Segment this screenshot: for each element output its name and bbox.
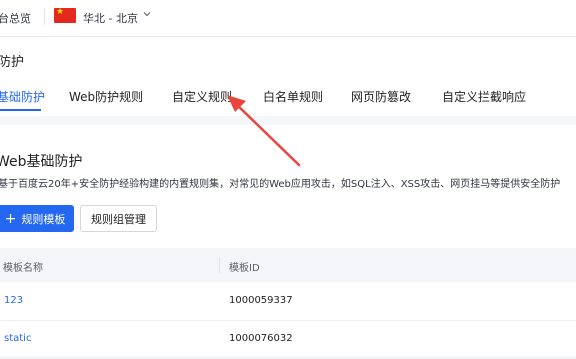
column-header-template-name: 模板名称 [3, 263, 43, 274]
tab-web-tamper-protection[interactable]: 网页防篡改 [351, 88, 411, 105]
page-title: 防护 [0, 55, 25, 70]
table-header: 模板名称 模板ID [0, 248, 576, 282]
template-id: 1000076032 [229, 333, 293, 344]
add-rule-template-button[interactable]: + 规则模板 [0, 205, 74, 232]
page-header: 防护 基础防护 Web防护规则 自定义规则 白名单规则 网页防篡改 自定义拦截响… [0, 37, 576, 116]
template-name-link[interactable]: 123 [4, 295, 23, 306]
tab-basic-protection[interactable]: 基础防护 [0, 88, 45, 105]
plus-icon: + [4, 210, 17, 227]
top-bar: 台总览 ★ 华北 - 北京 [0, 0, 576, 37]
column-divider [219, 257, 220, 273]
region-selector[interactable]: 华北 - 北京 [83, 10, 138, 26]
table-row: static 1000076032 [0, 321, 576, 359]
china-flag-icon: ★ [54, 8, 76, 23]
table-row: 123 1000059337 [0, 283, 576, 321]
rule-group-manage-button[interactable]: 规则组管理 [80, 205, 157, 232]
tab-whitelist-rules[interactable]: 白名单规则 [263, 88, 323, 105]
console-overview-link[interactable]: 台总览 [0, 10, 31, 26]
topbar-divider [44, 9, 45, 25]
template-name-link[interactable]: static [4, 333, 31, 344]
tab-custom-rules[interactable]: 自定义规则 [172, 88, 232, 105]
tab-web-protection-rules[interactable]: Web防护规则 [69, 88, 143, 105]
section-title: Web基础防护 [0, 154, 83, 170]
column-header-template-id: 模板ID [229, 263, 260, 274]
active-tab-indicator [0, 109, 41, 111]
section-description: 基于百度云20年+安全防护经验构建的内置规则集，对常见的Web应用攻击，如SQL… [0, 179, 561, 190]
tab-custom-block-response[interactable]: 自定义拦截响应 [442, 88, 526, 105]
add-rule-template-label: 规则模板 [21, 212, 66, 226]
chevron-down-icon[interactable] [143, 10, 151, 18]
web-basic-protection-card: Web基础防护 基于百度云20年+安全防护经验构建的内置规则集，对常见的Web应… [0, 125, 576, 359]
template-id: 1000059337 [229, 295, 293, 306]
